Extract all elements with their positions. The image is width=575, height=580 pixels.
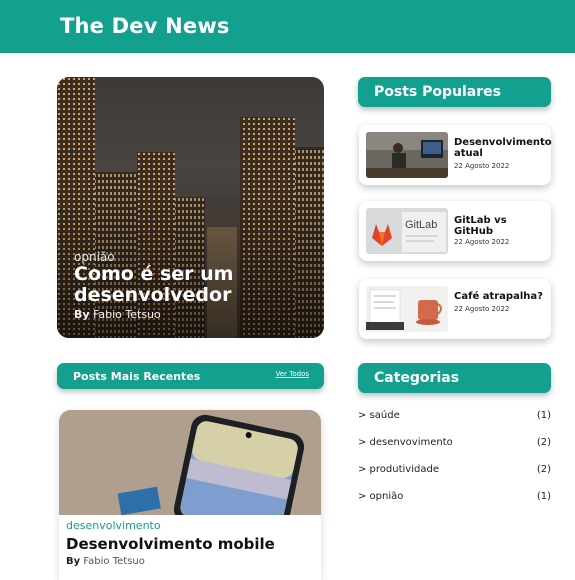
recent-post-title[interactable]: Desenvolvimento mobile	[66, 535, 275, 553]
popular-post-title[interactable]: GitLab vs GitHub	[454, 215, 549, 237]
by-label: By	[66, 556, 81, 567]
popular-posts-header: Posts Populares	[358, 77, 551, 107]
category-count: (1)	[536, 491, 551, 502]
popular-post-card[interactable]: Desenvolvimento atual 22 Agosto 2022	[359, 125, 552, 185]
categories-title: Categorias	[374, 370, 460, 386]
popular-post-date: 22 Agosto 2022	[454, 305, 510, 313]
popular-post-card[interactable]: Café atrapalha? 22 Agosto 2022	[359, 279, 551, 339]
categories-header: Categorias	[358, 363, 551, 393]
category-label[interactable]: > saúde	[358, 410, 400, 421]
featured-post-card[interactable]: opnião Como é ser um desenvolvedor By Fa…	[57, 77, 324, 338]
by-label: By	[74, 308, 90, 321]
category-count: (1)	[536, 410, 551, 421]
coffee-cup-thumbnail	[366, 286, 448, 332]
popular-post-title[interactable]: Desenvolvimento atual	[454, 137, 552, 159]
popular-posts-title: Posts Populares	[374, 84, 501, 100]
category-item[interactable]: > opnião (1)	[358, 491, 551, 505]
recent-posts-header: Posts Mais Recentes Ver Todos	[57, 363, 324, 389]
recent-posts-title: Posts Mais Recentes	[73, 370, 201, 383]
popular-post-date: 22 Agosto 2022	[454, 238, 510, 246]
popular-post-date: 22 Agosto 2022	[454, 162, 510, 170]
recent-post-card[interactable]: desenvolvimento Desenvolvimento mobile B…	[59, 410, 321, 580]
top-bar: The Dev News	[0, 0, 575, 53]
site-title[interactable]: The Dev News	[60, 14, 230, 38]
recent-post-byline: By Fabio Tetsuo	[66, 556, 145, 567]
popular-post-title[interactable]: Café atrapalha?	[454, 291, 549, 302]
featured-post-byline: By Fabio Tetsuo	[74, 308, 161, 321]
category-label[interactable]: > produtividade	[358, 464, 439, 475]
featured-post-author: Fabio Tetsuo	[93, 308, 161, 321]
category-item[interactable]: > produtividade (2)	[358, 464, 551, 478]
gitlab-logo-thumbnail: GitLab	[366, 208, 448, 254]
category-count: (2)	[536, 464, 551, 475]
featured-post-category[interactable]: opnião	[74, 250, 115, 264]
category-label[interactable]: > desenvovimento	[358, 437, 453, 448]
see-all-link[interactable]: Ver Todos	[276, 370, 309, 378]
category-label[interactable]: > opnião	[358, 491, 403, 502]
recent-post-category[interactable]: desenvolvimento	[66, 519, 161, 532]
phone-image	[59, 410, 321, 515]
category-item[interactable]: > desenvovimento (2)	[358, 437, 551, 451]
recent-post-author: Fabio Tetsuo	[83, 556, 145, 567]
category-count: (2)	[536, 437, 551, 448]
gitlab-image-text: GitLab	[405, 219, 437, 231]
popular-post-card[interactable]: GitLab GitLab vs GitHub 22 Agosto 2022	[359, 201, 551, 261]
category-item[interactable]: > saúde (1)	[358, 410, 551, 424]
developer-desk-thumbnail	[366, 132, 448, 178]
featured-post-title[interactable]: Como é ser um desenvolvedor	[74, 264, 314, 306]
